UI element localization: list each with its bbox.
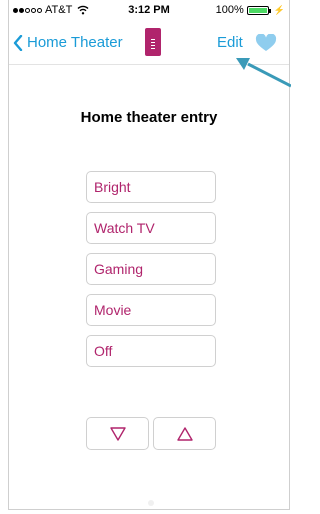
chevron-left-icon: [13, 34, 23, 51]
status-bar: AT&T 3:12 PM 100% ⚡: [9, 0, 289, 20]
battery-percent: 100%: [215, 4, 244, 16]
charging-icon: ⚡: [273, 4, 285, 15]
triangle-down-icon: [109, 426, 126, 441]
page-indicator-dot: [148, 500, 154, 506]
page-title: Home theater entry: [80, 109, 218, 126]
heart-icon[interactable]: [255, 34, 277, 52]
activity-button-off[interactable]: Off: [86, 335, 216, 367]
navigation-bar: Home Theater Edit: [9, 20, 289, 65]
activity-button-gaming[interactable]: Gaming: [86, 253, 216, 285]
status-right: 100% ⚡: [216, 4, 285, 16]
activity-button-movie[interactable]: Movie: [86, 294, 216, 326]
battery-icon: [246, 5, 271, 15]
triangle-up-icon: [176, 426, 193, 441]
remote-icon: [145, 28, 161, 56]
move-up-button[interactable]: [153, 417, 216, 450]
activity-button-watch-tv[interactable]: Watch TV: [86, 212, 216, 244]
move-down-button[interactable]: [86, 417, 149, 450]
back-button[interactable]: Home Theater: [13, 34, 123, 51]
app-frame: AT&T 3:12 PM 100% ⚡ Home Theater Edit Ho…: [8, 0, 290, 510]
activity-button-bright[interactable]: Bright: [86, 171, 216, 203]
edit-button[interactable]: Edit: [217, 34, 243, 51]
back-button-label: Home Theater: [27, 34, 123, 51]
